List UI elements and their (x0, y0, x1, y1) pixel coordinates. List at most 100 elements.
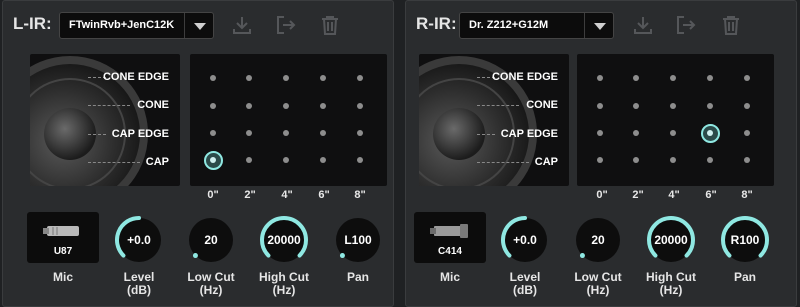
mic-position-dot[interactable] (707, 75, 713, 81)
knob-value: 20 (204, 233, 218, 247)
mic-position-dot[interactable] (633, 103, 639, 109)
knob-label: High Cut (Hz) (259, 270, 309, 297)
zone-label-cone: CONE (137, 99, 169, 111)
knob-value: R100 (730, 233, 760, 247)
high-cut-knob[interactable]: 20000 (645, 214, 697, 266)
microphone-icon (430, 224, 468, 238)
trash-icon[interactable] (720, 14, 742, 36)
mic-position-dot[interactable] (633, 75, 639, 81)
mic-position-dot[interactable] (246, 157, 252, 163)
mic-position-dot[interactable] (597, 103, 603, 109)
mic-position-dot[interactable] (707, 103, 713, 109)
mic-position-dot[interactable] (320, 157, 326, 163)
knob-label: Pan (733, 270, 757, 284)
ir-file-dropdown[interactable]: FTwinRvb+JenC12K (59, 12, 214, 39)
download-icon[interactable] (231, 14, 253, 36)
mic-label: Mic (52, 270, 74, 284)
grid-x-label: 4" (668, 189, 680, 201)
export-icon[interactable] (275, 14, 297, 36)
mic-position-dot[interactable] (744, 75, 750, 81)
mic-position-dot[interactable] (744, 130, 750, 136)
low-cut-knob[interactable]: 20 (185, 214, 237, 266)
trash-icon[interactable] (319, 14, 341, 36)
knob-value: 20000 (654, 233, 688, 247)
mic-position-dot[interactable] (210, 130, 216, 136)
mic-position-dot[interactable] (320, 75, 326, 81)
low-cut-knob[interactable]: 20 (572, 214, 624, 266)
mic-selector[interactable]: U87 (27, 212, 99, 263)
pan-knob[interactable]: R100 (719, 214, 771, 266)
panel-title: R-IR: (416, 14, 457, 33)
level-knob[interactable]: +0.0 (499, 214, 551, 266)
mic-selector[interactable]: C414 (414, 212, 486, 263)
mic-position-dot[interactable] (320, 130, 326, 136)
mic-position-dot[interactable] (357, 75, 363, 81)
mic-position-dot[interactable] (597, 157, 603, 163)
mic-position-dot[interactable] (357, 103, 363, 109)
mic-position-dot[interactable] (633, 157, 639, 163)
mic-position-dot[interactable] (670, 130, 676, 136)
mic-position-dot[interactable] (744, 103, 750, 109)
mic-position-dot[interactable] (283, 75, 289, 81)
knob-label: Low Cut (Hz) (187, 270, 235, 297)
mic-position-dot[interactable] (707, 157, 713, 163)
mic-position-dot[interactable] (597, 130, 603, 136)
mic-position-dot[interactable] (744, 157, 750, 163)
mic-position-dot[interactable] (283, 103, 289, 109)
mic-position-dot[interactable] (246, 75, 252, 81)
ir-file-dropdown[interactable]: Dr. Z212+G12M (459, 12, 614, 39)
pan-knob[interactable]: L100 (332, 214, 384, 266)
zone-label-cap: CAP (534, 156, 558, 168)
mic-position-dot[interactable] (670, 157, 676, 163)
high-cut-knob[interactable]: 20000 (258, 214, 310, 266)
selected-mic-position[interactable] (203, 150, 223, 170)
mic-position-grid[interactable] (577, 54, 774, 186)
grid-x-label: 8" (741, 189, 753, 201)
mic-position-dot[interactable] (283, 157, 289, 163)
knob-label: High Cut (Hz) (646, 270, 696, 297)
chevron-down-icon[interactable] (184, 13, 214, 38)
mic-position-dot[interactable] (320, 103, 326, 109)
microphone-icon (43, 226, 79, 236)
mic-model: C414 (438, 246, 462, 257)
mic-label: Mic (439, 270, 461, 284)
knob-label: Level (dB) (509, 270, 541, 297)
left-ir-panel: L-IR: FTwinRvb+JenC12K CONE EDGE CONE CA… (2, 0, 394, 307)
mic-position-dot[interactable] (210, 103, 216, 109)
zone-label-cone-edge: CONE EDGE (491, 71, 558, 83)
mic-position-dot[interactable] (670, 75, 676, 81)
zone-label-cone-edge: CONE EDGE (102, 71, 169, 83)
zone-label-cap: CAP (145, 156, 169, 168)
mic-position-grid[interactable] (190, 54, 387, 186)
zone-label-cap-edge: CAP EDGE (111, 128, 169, 140)
ir-file-name: Dr. Z212+G12M (469, 19, 549, 31)
right-ir-panel: R-IR: Dr. Z212+G12M CONE EDGE CONE CAP E… (405, 0, 797, 307)
mic-position-dot[interactable] (246, 103, 252, 109)
mic-position-dot[interactable] (670, 103, 676, 109)
mic-model: U87 (53, 246, 73, 257)
grid-x-label: 4" (281, 189, 293, 201)
level-knob[interactable]: +0.0 (113, 214, 165, 266)
export-icon[interactable] (675, 14, 697, 36)
mic-position-dot[interactable] (357, 130, 363, 136)
grid-x-label: 6" (318, 189, 330, 201)
mic-position-dot[interactable] (246, 130, 252, 136)
selected-mic-position[interactable] (700, 123, 720, 143)
knob-label: Low Cut (Hz) (574, 270, 622, 297)
download-icon[interactable] (632, 14, 654, 36)
grid-x-label: 6" (705, 189, 717, 201)
mic-position-dot[interactable] (357, 157, 363, 163)
mic-position-dot[interactable] (597, 75, 603, 81)
grid-x-label: 2" (632, 189, 644, 201)
grid-x-label: 8" (354, 189, 366, 201)
speaker-diagram: CONE EDGE CONE CAP EDGE CAP (419, 54, 569, 186)
grid-x-label: 0" (207, 189, 219, 201)
mic-position-dot[interactable] (633, 130, 639, 136)
chevron-down-icon[interactable] (584, 13, 614, 38)
knob-label: Level (dB) (123, 270, 155, 297)
knob-value: 20000 (267, 233, 301, 247)
mic-position-dot[interactable] (283, 130, 289, 136)
zone-label-cap-edge: CAP EDGE (500, 128, 558, 140)
mic-position-dot[interactable] (210, 75, 216, 81)
grid-x-label: 2" (244, 189, 256, 201)
